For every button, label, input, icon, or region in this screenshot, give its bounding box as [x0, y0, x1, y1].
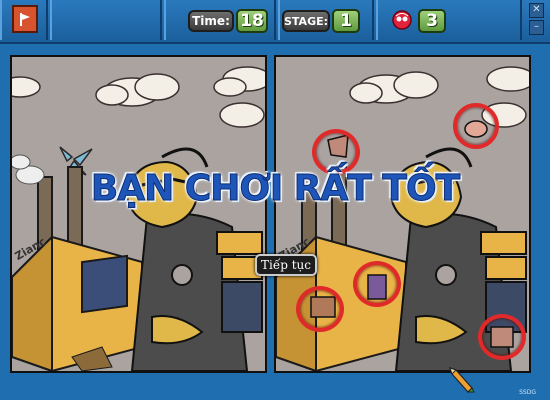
exit-button[interactable] [12, 5, 38, 33]
hud-bar: Time: 18 STAGE: 1 3 ✕ – [0, 0, 550, 44]
left-scene-image: Zianc [12, 57, 265, 371]
pencil-cursor-icon [449, 367, 475, 393]
left-picture-panel[interactable]: Zianc [10, 55, 267, 373]
time-value: 18 [236, 9, 268, 33]
found-difference-4[interactable] [296, 286, 344, 332]
flag-exit-icon [20, 13, 30, 26]
found-difference-5[interactable] [478, 314, 526, 360]
credit-text: SSDG [519, 389, 536, 396]
congrats-banner: BẠN CHƠI RẤT TỐT [90, 168, 460, 210]
time-label: Time: [188, 10, 234, 32]
close-icon[interactable]: ✕ [529, 3, 544, 18]
continue-button[interactable]: Tiếp tục [255, 254, 317, 276]
found-difference-3[interactable] [353, 261, 401, 307]
stage-value: 1 [332, 9, 360, 33]
stage-label: STAGE: [282, 10, 330, 32]
minimize-icon[interactable]: – [529, 20, 544, 35]
hud-section-blank [50, 0, 162, 40]
lives-value: 3 [418, 9, 446, 33]
found-difference-2[interactable] [453, 103, 499, 149]
hearts-icon [392, 10, 412, 30]
